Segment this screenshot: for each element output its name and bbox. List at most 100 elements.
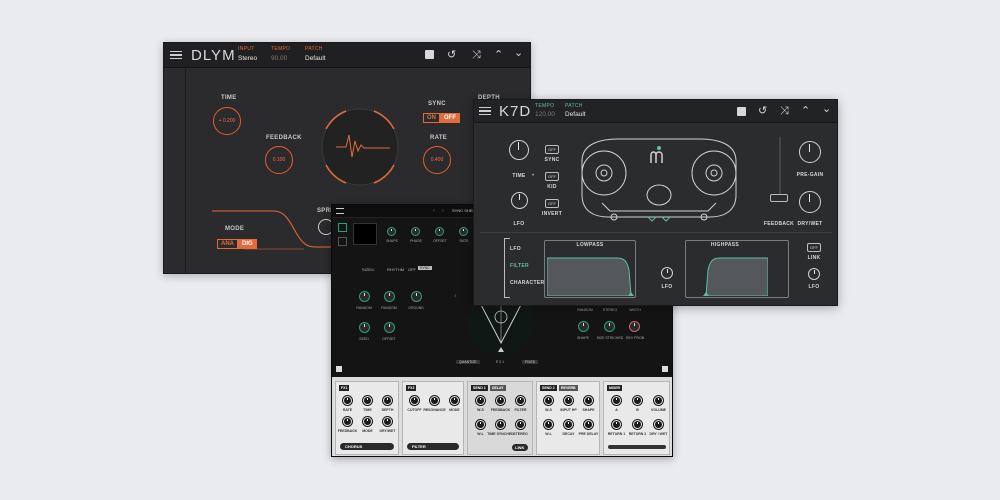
- tab-character[interactable]: CHARACTER: [510, 280, 544, 286]
- undo-icon[interactable]: ↺: [758, 105, 767, 117]
- save-icon[interactable]: [737, 107, 746, 116]
- left-corner-button[interactable]: [336, 366, 342, 372]
- send1-stereo-knob[interactable]: [516, 420, 525, 429]
- highpass-lfo-knob[interactable]: [808, 268, 820, 280]
- fx1-rate-knob[interactable]: [343, 396, 352, 405]
- osc-shape-knob[interactable]: [387, 227, 396, 236]
- size-striched-knob[interactable]: [604, 321, 615, 332]
- shuffle-icon[interactable]: ⤨: [472, 49, 481, 61]
- mixer-drywet-knob[interactable]: [654, 420, 663, 429]
- osc-rate-knob[interactable]: [459, 227, 468, 236]
- mixer-return1-knob[interactable]: [612, 420, 621, 429]
- k7d-patch-select[interactable]: Default: [565, 111, 586, 118]
- osc-phase-knob[interactable]: [411, 227, 420, 236]
- tab-lfo[interactable]: LFO: [510, 246, 530, 252]
- k7d-tempo-field[interactable]: 120.00: [535, 111, 555, 118]
- lfo-knob[interactable]: [511, 192, 528, 209]
- highpass-lfo-label: LFO: [808, 284, 820, 290]
- fixed-button[interactable]: FIXED: [522, 360, 539, 364]
- arrow-down-icon[interactable]: ⌄: [514, 47, 523, 59]
- mixer-a-knob[interactable]: [612, 396, 621, 405]
- pre-gain-knob[interactable]: [799, 141, 821, 163]
- send1-link-button[interactable]: LINK: [512, 444, 528, 451]
- rev-prob-label: REV PROB: [625, 336, 645, 340]
- mixer-b-knob[interactable]: [633, 396, 642, 405]
- send2-ws-knob[interactable]: [544, 396, 553, 405]
- rhythm-off-option[interactable]: OFF: [408, 267, 416, 272]
- random-knob-1[interactable]: [359, 291, 370, 302]
- fx1-type-select[interactable]: CHORUS: [340, 443, 394, 450]
- fx2-mode-knob[interactable]: [450, 396, 459, 405]
- send2-decay-knob[interactable]: [564, 420, 573, 429]
- shape-knob[interactable]: [578, 321, 589, 332]
- sync-on-option[interactable]: ON: [423, 113, 440, 123]
- prev-icon[interactable]: ‹: [433, 208, 435, 214]
- save-icon[interactable]: [425, 50, 434, 59]
- lowpass-curve[interactable]: [547, 250, 634, 296]
- right-random-label: RANDOM: [577, 308, 593, 312]
- arrow-up-icon[interactable]: ⌃: [494, 49, 503, 61]
- feedback-fader-handle[interactable]: [770, 194, 788, 202]
- patch-select[interactable]: Default: [305, 55, 326, 62]
- send2-shape-knob[interactable]: [584, 396, 593, 405]
- send1-time-synched-knob[interactable]: [496, 420, 505, 429]
- mixer-volume-knob[interactable]: [654, 396, 663, 405]
- send1-ws-knob[interactable]: [476, 396, 485, 405]
- size-value[interactable]: 16: [370, 267, 374, 272]
- fx1-depth-knob[interactable]: [383, 396, 392, 405]
- input-select[interactable]: Stereo: [238, 55, 257, 62]
- send2-wl-knob[interactable]: [544, 420, 553, 429]
- fx2-resonance-knob[interactable]: [430, 396, 439, 405]
- random-knob-2[interactable]: [384, 291, 395, 302]
- right-corner-button[interactable]: [662, 366, 668, 372]
- osc-offset-knob[interactable]: [435, 227, 444, 236]
- mixer-return2-knob[interactable]: [633, 420, 642, 429]
- fx1-mode-knob[interactable]: [363, 417, 372, 426]
- send1-feedback-knob[interactable]: [496, 396, 505, 405]
- send2-pre-delay-knob[interactable]: [584, 420, 593, 429]
- next-icon[interactable]: ›: [442, 208, 444, 214]
- undo-icon[interactable]: ↺: [447, 49, 456, 61]
- ground-label: GROUND: [408, 306, 424, 310]
- rate-knob[interactable]: 0.400: [423, 146, 451, 174]
- ground-knob[interactable]: [411, 291, 422, 302]
- offset-knob[interactable]: [384, 322, 395, 333]
- lowpass-lfo-knob[interactable]: [661, 267, 673, 279]
- feedback-knob[interactable]: 0.100: [265, 146, 293, 174]
- link-button[interactable]: OFF: [807, 243, 821, 252]
- menu-icon[interactable]: [479, 107, 491, 115]
- fx1-time-knob[interactable]: [363, 396, 372, 405]
- fx1-feedback-knob[interactable]: [343, 417, 352, 426]
- time-knob[interactable]: + 0.200: [213, 107, 241, 135]
- invert-button[interactable]: OFF: [545, 199, 559, 208]
- osc-phase-label: PHASE: [410, 239, 422, 243]
- dry-wet-knob[interactable]: [799, 191, 821, 213]
- shuffle-icon[interactable]: ⤨: [780, 105, 789, 117]
- tab-filter[interactable]: FILTER: [510, 263, 530, 269]
- menu-icon[interactable]: [170, 51, 182, 59]
- menu-icon[interactable]: [336, 208, 344, 214]
- rev-prob-knob[interactable]: [629, 321, 640, 332]
- arrow-up-icon[interactable]: ⌃: [801, 105, 810, 117]
- highpass-curve[interactable]: [698, 250, 768, 296]
- osc-b-selector[interactable]: [338, 237, 347, 246]
- arrow-down-icon[interactable]: ⌄: [822, 103, 831, 115]
- send1-type-tag[interactable]: DELAY: [490, 385, 506, 391]
- send1-filter-knob[interactable]: [516, 396, 525, 405]
- sync-off-option[interactable]: OFF: [440, 113, 460, 123]
- fx1-drywet-knob[interactable]: [383, 417, 392, 426]
- fx2-type-select[interactable]: FILTER: [407, 443, 459, 450]
- tempo-field[interactable]: 90.00: [271, 55, 287, 62]
- rhythm-sync-option[interactable]: SYNC: [418, 266, 432, 270]
- sync-button[interactable]: OFF: [545, 145, 559, 154]
- send2-type-tag[interactable]: REVERB: [559, 385, 578, 391]
- send1-wl-knob[interactable]: [476, 420, 485, 429]
- osc-a-selector[interactable]: [338, 223, 347, 232]
- sync-toggle[interactable]: ON OFF: [423, 113, 460, 123]
- seed-knob[interactable]: [359, 322, 370, 333]
- kid-button[interactable]: OFF: [545, 172, 559, 181]
- fx2-cutoff-knob[interactable]: [410, 396, 419, 405]
- time-knob[interactable]: [509, 140, 529, 160]
- send2-input-hp-knob[interactable]: [564, 396, 573, 405]
- quantize-button[interactable]: QUANTIZE: [456, 360, 480, 364]
